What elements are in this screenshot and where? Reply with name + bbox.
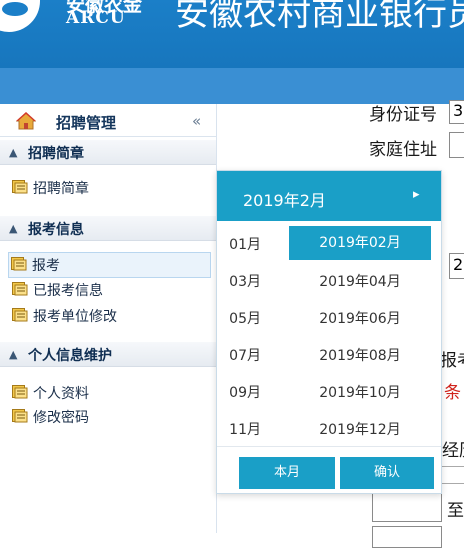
month-cell[interactable]: 2019年10月 — [289, 376, 431, 410]
month-cell[interactable]: 09月 — [217, 376, 261, 410]
month-picker-footer: 本月 确认 — [217, 446, 441, 493]
date-range-to-label: 至 — [447, 501, 464, 521]
month-cell[interactable]: 2019年04月 — [289, 265, 431, 299]
id-number-label: 身份证号 — [369, 105, 437, 125]
document-icon — [12, 282, 28, 296]
month-cell[interactable]: 11月 — [217, 413, 261, 447]
id-number-value: 3 — [453, 101, 464, 120]
sidebar-item-recruitment-brochure[interactable]: 招聘简章 — [10, 176, 210, 198]
sidebar-group-recruitment[interactable]: ▲ 招聘简章 — [0, 140, 216, 165]
month-cell[interactable]: 01月 — [217, 228, 261, 262]
sidebar-item-label: 已报考信息 — [33, 283, 103, 299]
collapse-sidebar-icon[interactable]: « — [192, 112, 201, 130]
sidebar-header: 招聘管理 « — [0, 106, 216, 137]
logo-english-name: ARCU — [66, 8, 126, 28]
month-cell[interactable]: 2019年06月 — [289, 302, 431, 336]
arcu-logo-icon — [0, 0, 40, 32]
document-icon — [12, 180, 28, 194]
partial-apply-label: 报考 — [440, 351, 464, 371]
sidebar-item-personal-profile[interactable]: 个人资料 — [10, 381, 210, 403]
home-address-label: 家庭住址 — [369, 140, 437, 160]
start-date-input[interactable] — [372, 492, 442, 522]
document-icon — [12, 308, 28, 322]
id-number-input[interactable]: 3 — [449, 100, 464, 124]
partial-checkbox[interactable] — [441, 466, 464, 484]
sidebar-item-modify-unit[interactable]: 报考单位修改 — [10, 304, 210, 326]
sidebar-group-personal-info[interactable]: ▲ 个人信息维护 — [0, 342, 216, 367]
current-month-button[interactable]: 本月 — [239, 457, 335, 489]
triangle-up-icon: ▲ — [9, 222, 18, 235]
sidebar-group-label: 个人信息维护 — [28, 348, 112, 364]
month-cell[interactable]: 07月 — [217, 339, 261, 373]
next-month-icon[interactable]: ▸ — [413, 187, 420, 202]
second-date-input[interactable] — [372, 526, 442, 548]
partial-field-value: 2 — [453, 255, 464, 274]
partial-red-notice: 条 — [444, 383, 461, 403]
sidebar-item-label: 招聘简章 — [33, 181, 89, 197]
sidebar-item-change-password[interactable]: 修改密码 — [10, 405, 210, 427]
month-picker-title: 2019年2月 — [243, 191, 326, 210]
month-picker-header: 2019年2月 ▸ — [217, 171, 441, 221]
sidebar-title: 招聘管理 — [56, 114, 117, 132]
confirm-button[interactable]: 确认 — [340, 457, 434, 489]
month-cell-selected[interactable]: 2019年02月 — [289, 226, 431, 260]
month-picker: 2019年2月 ▸ 01月 03月 05月 07月 09月 11月 2019年0… — [216, 170, 442, 494]
partial-experience-label: 经历 — [442, 441, 464, 461]
site-title: 安徽农村商业银行员工 — [175, 0, 464, 34]
sidebar-item-applied-info[interactable]: 已报考信息 — [10, 278, 210, 300]
sidebar-item-label: 报考 — [32, 258, 60, 274]
month-cell[interactable]: 03月 — [217, 265, 261, 299]
sidebar-item-label: 修改密码 — [33, 410, 89, 426]
document-icon — [12, 409, 28, 423]
sidebar-group-application-info[interactable]: ▲ 报考信息 — [0, 216, 216, 241]
month-cell[interactable]: 05月 — [217, 302, 261, 336]
triangle-up-icon: ▲ — [9, 146, 18, 159]
document-icon — [11, 257, 27, 271]
home-address-input[interactable] — [449, 132, 464, 158]
sidebar: 招聘管理 « ▲ 招聘简章 招聘简章 ▲ 报考信息 报考 已报考信息 报考单位修… — [0, 104, 217, 533]
sidebar-group-label: 招聘简章 — [28, 146, 84, 162]
home-icon — [16, 112, 36, 130]
sidebar-group-label: 报考信息 — [28, 222, 84, 238]
app-header: 安徽农金 ARCU 安徽农村商业银行员工 — [0, 0, 464, 68]
sidebar-item-label: 个人资料 — [33, 386, 89, 402]
nav-bar — [0, 68, 464, 104]
triangle-up-icon: ▲ — [9, 348, 18, 361]
partial-field-input[interactable]: 2 — [449, 253, 464, 279]
month-cell[interactable]: 2019年12月 — [289, 413, 431, 447]
sidebar-item-label: 报考单位修改 — [33, 309, 117, 325]
sidebar-item-apply[interactable]: 报考 — [8, 252, 211, 278]
document-icon — [12, 385, 28, 399]
month-cell[interactable]: 2019年08月 — [289, 339, 431, 373]
